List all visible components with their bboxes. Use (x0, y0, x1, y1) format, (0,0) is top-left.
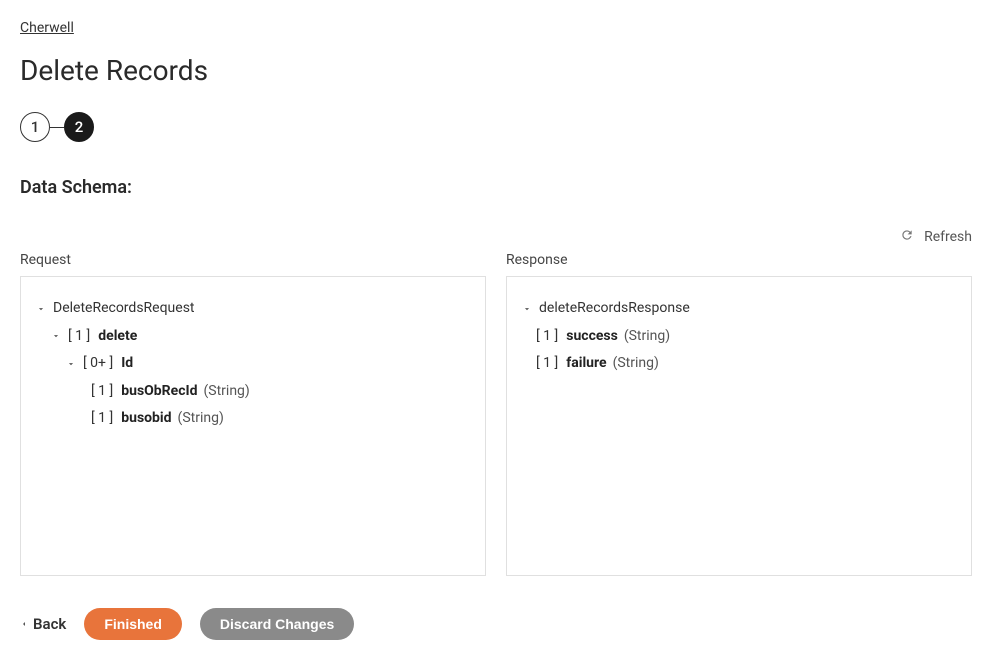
field-name: busObRecId (121, 382, 197, 402)
chevron-down-icon (65, 358, 77, 370)
request-delete-node[interactable]: [ 1 ] delete (35, 323, 471, 351)
finished-button[interactable]: Finished (84, 608, 182, 640)
field-type: (String) (178, 409, 224, 429)
field-name: Id (121, 354, 133, 374)
stepper: 1 2 (20, 112, 972, 142)
response-box: deleteRecordsResponse [ 1 ] success (Str… (506, 276, 972, 576)
request-busobid-node: [ 1 ] busobid (String) (35, 405, 471, 433)
refresh-icon (900, 228, 914, 246)
chevron-down-icon (50, 330, 62, 342)
bracket-text: [ 1 ] (536, 354, 558, 374)
bracket-text: [ 1 ] (536, 327, 558, 347)
field-type: (String) (624, 327, 670, 347)
field-type: (String) (613, 354, 659, 374)
response-root-node[interactable]: deleteRecordsResponse (521, 295, 957, 323)
request-root-node[interactable]: DeleteRecordsRequest (35, 295, 471, 323)
chevron-down-icon (35, 303, 47, 315)
chevron-left-icon (20, 615, 28, 633)
back-button[interactable]: Back (20, 615, 66, 633)
request-id-node[interactable]: [ 0+ ] Id (35, 350, 471, 378)
bracket-text: [ 1 ] (91, 409, 113, 429)
field-type: (String) (203, 382, 249, 402)
response-root-label: deleteRecordsResponse (539, 299, 690, 319)
section-title: Data Schema: (20, 177, 972, 198)
refresh-button[interactable]: Refresh (20, 228, 972, 246)
request-box: DeleteRecordsRequest [ 1 ] delete [ 0+ ]… (20, 276, 486, 576)
request-column: Request DeleteRecordsRequest [ 1 ] delet… (20, 252, 486, 576)
bracket-text: [ 1 ] (68, 327, 90, 347)
back-label: Back (33, 615, 66, 633)
response-success-node: [ 1 ] success (String) (521, 323, 957, 351)
request-root-label: DeleteRecordsRequest (53, 299, 195, 319)
page-title: Delete Records (20, 54, 972, 87)
chevron-down-icon (521, 303, 533, 315)
field-name: success (566, 327, 618, 347)
field-name: busobid (121, 409, 171, 429)
field-name: delete (98, 327, 137, 347)
field-name: failure (566, 354, 606, 374)
response-failure-node: [ 1 ] failure (String) (521, 350, 957, 378)
response-label: Response (506, 252, 972, 268)
bracket-text: [ 1 ] (91, 382, 113, 402)
footer-actions: Back Finished Discard Changes (20, 608, 972, 640)
discard-changes-button[interactable]: Discard Changes (200, 608, 354, 640)
step-connector (50, 127, 64, 128)
step-2[interactable]: 2 (64, 112, 94, 142)
refresh-label: Refresh (924, 229, 972, 245)
request-label: Request (20, 252, 486, 268)
bracket-text: [ 0+ ] (83, 354, 113, 374)
request-busobrecid-node: [ 1 ] busObRecId (String) (35, 378, 471, 406)
breadcrumb-cherwell[interactable]: Cherwell (20, 20, 74, 36)
response-column: Response deleteRecordsResponse [ 1 ] suc… (506, 252, 972, 576)
step-1[interactable]: 1 (20, 112, 50, 142)
